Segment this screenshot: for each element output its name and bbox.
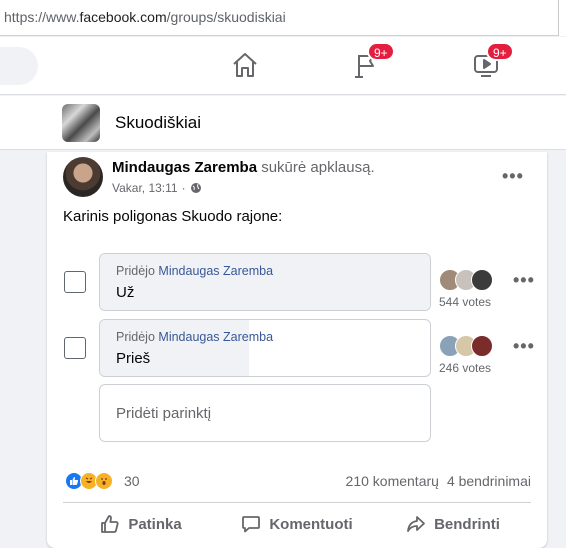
url-text[interactable]: https://www.facebook.com/groups/skuodisk… [4,9,286,25]
group-header: Skuodiškiai [0,96,566,150]
poll-option-more-icon-2[interactable]: ••• [513,336,535,357]
public-globe-icon[interactable] [190,182,202,194]
poll-added-by-2: Pridėjo Mindaugas Zaremba [116,330,274,344]
poll-added-by-1: Pridėjo Mindaugas Zaremba [116,264,274,278]
meta-separator: · [181,181,186,195]
comment-button[interactable]: Komentuoti [219,504,375,544]
wow-reaction-icon [95,472,113,490]
group-thumbnail[interactable] [62,104,100,142]
home-icon[interactable] [231,51,261,81]
poll-added-by-link-1[interactable]: Mindaugas Zaremba [158,264,273,278]
flag-notification-badge: 9+ [367,42,395,61]
scrollbar-edge [558,0,566,36]
poll-checkbox-2[interactable] [64,337,86,359]
poll-voters-1[interactable] [439,269,493,291]
post-options-more-icon[interactable]: ••• [502,166,524,187]
poll-option-label-1: Už [116,284,135,301]
like-label: Patinka [128,515,182,533]
poll-option-1[interactable]: Pridėjo Mindaugas Zaremba Už [99,253,431,311]
watch-icon[interactable]: 9+ [472,42,514,81]
post-card: Mindaugas Zaremba sukūrė apklausą. Vakar… [47,152,547,548]
poll-votes-1[interactable]: 544 votes [439,295,491,309]
share-button[interactable]: Bendrinti [375,504,531,544]
add-poll-option-input[interactable]: Pridėti parinktį [99,384,431,442]
top-navigation: 9+ 9+ [0,37,566,95]
poll-checkbox-1[interactable] [64,271,86,293]
poll-bar-fill-2 [100,320,249,376]
like-thumb-icon [100,514,120,534]
post-meta: Vakar, 13:11 · [112,181,202,195]
reaction-summary[interactable]: 30 [65,472,140,490]
watch-notification-badge: 9+ [486,42,514,61]
comment-label: Komentuoti [269,515,353,533]
reaction-count[interactable]: 30 [124,473,140,489]
author-name[interactable]: Mindaugas Zaremba [112,159,257,176]
post-time[interactable]: Vakar, 13:11 [112,181,178,195]
post-stats: 210 komentarų 4 bendrinimai [346,473,531,489]
share-label: Bendrinti [434,515,500,533]
poll-bar-fill-1 [100,254,430,310]
search-input[interactable] [0,47,38,85]
comment-bubble-icon [241,514,261,534]
poll-option-label-2: Prieš [116,350,151,367]
poll-added-by-link-2[interactable]: Mindaugas Zaremba [158,330,273,344]
post-actions: Patinka Komentuoti Bendrinti [63,504,531,544]
like-button[interactable]: Patinka [63,504,219,544]
poll-option-2[interactable]: Pridėjo Mindaugas Zaremba Prieš [99,319,431,377]
groups-flag-icon[interactable]: 9+ [353,42,395,81]
post-action-text: sukūrė apklausą. [261,159,375,176]
group-name[interactable]: Skuodiškiai [115,113,201,133]
author-avatar[interactable] [63,157,103,197]
action-divider [63,502,531,503]
post-text: Karinis poligonas Skuodo rajone: [63,208,283,225]
browser-address-bar[interactable]: https://www.facebook.com/groups/skuodisk… [0,0,566,36]
comments-count[interactable]: 210 komentarų [346,473,439,489]
post-author-line: Mindaugas Zaremba sukūrė apklausą. [112,159,375,176]
share-arrow-icon [406,514,426,534]
poll-option-more-icon-1[interactable]: ••• [513,270,535,291]
shares-count[interactable]: 4 bendrinimai [447,473,531,489]
poll-voters-2[interactable] [439,335,493,357]
poll-votes-2[interactable]: 246 votes [439,361,491,375]
